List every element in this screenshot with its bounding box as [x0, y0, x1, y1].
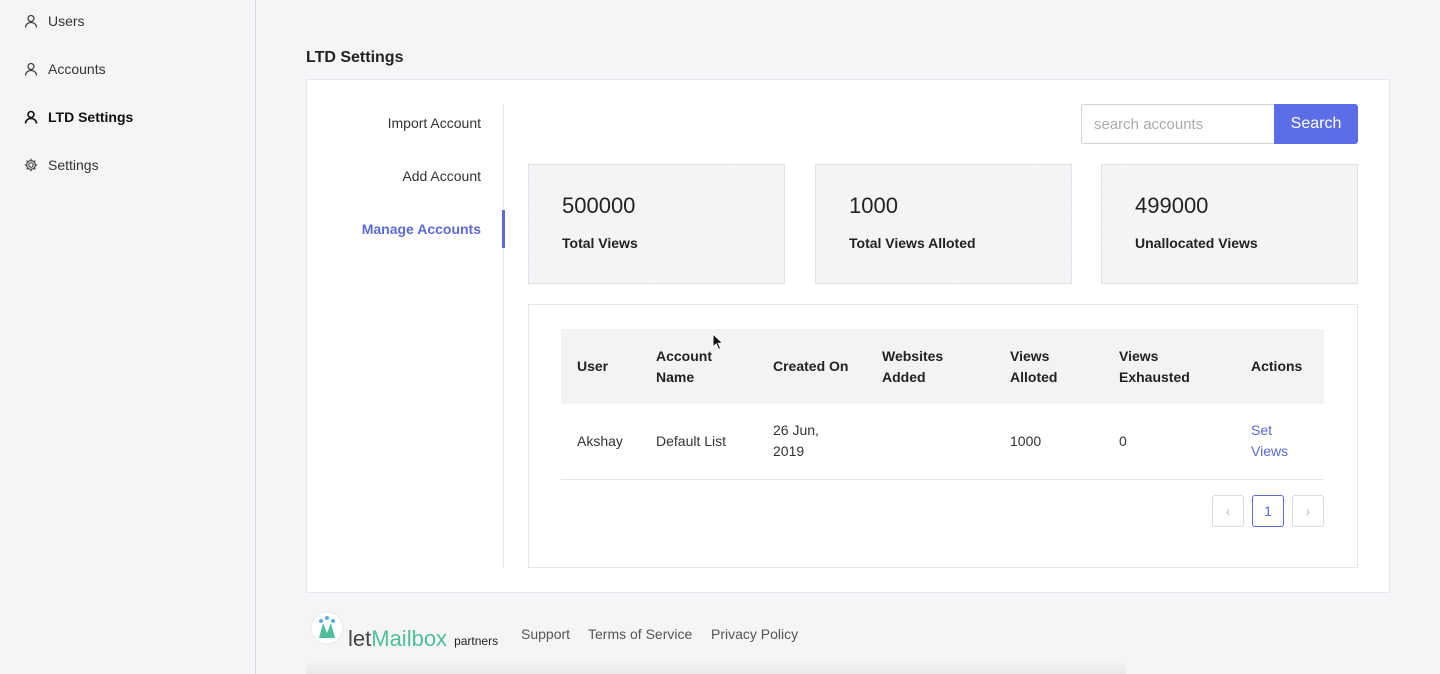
subnav-divider — [503, 104, 504, 568]
sidebar-item-users[interactable]: Users — [24, 9, 85, 33]
column-header: Websites Added — [882, 347, 944, 385]
accounts-table-container: User Account Name Created On Websites Ad… — [528, 304, 1358, 568]
set-views-link[interactable]: Set Views — [1251, 422, 1288, 459]
column-header: User — [577, 358, 609, 374]
column-header: Views Exhausted — [1119, 347, 1190, 385]
footer-link-support[interactable]: Support — [521, 626, 570, 642]
subnav-active-indicator — [502, 210, 505, 248]
column-header: Created On — [773, 358, 849, 374]
sidebar: Users Accounts LTD Settings Settings — [0, 0, 256, 674]
cell-websites-added — [866, 404, 994, 480]
cell-created-on: 26 Jun, 2019 — [757, 404, 866, 480]
stat-label: Unallocated Views — [1135, 235, 1258, 251]
column-header: Actions — [1251, 358, 1303, 374]
stat-value: 1000 — [849, 193, 898, 218]
cell-account-name: Default List — [640, 404, 757, 480]
gear-icon — [24, 158, 38, 172]
stat-card-total-views: 500000 Total Views — [528, 164, 785, 284]
chevron-left-icon: ‹ — [1225, 503, 1231, 519]
sidebar-item-settings[interactable]: Settings — [24, 153, 99, 177]
mouse-cursor-icon — [712, 332, 724, 356]
stat-value: 499000 — [1135, 193, 1209, 218]
letmailbox-logo[interactable]: letMailbox partners — [310, 611, 499, 650]
stat-label: Total Views Alloted — [849, 235, 976, 251]
user-icon — [24, 110, 38, 124]
chevron-right-icon: › — [1305, 503, 1311, 519]
user-icon — [24, 62, 38, 76]
cell-views-alloted: 1000 — [994, 404, 1103, 480]
cell-actions: Set Views — [1235, 404, 1324, 480]
sidebar-item-label: Settings — [48, 157, 99, 173]
page-title: LTD Settings — [306, 49, 404, 66]
subnav-manage-accounts[interactable]: Manage Accounts — [362, 221, 481, 237]
stat-card-total-views-alloted: 1000 Total Views Alloted — [815, 164, 1072, 284]
sidebar-item-label: LTD Settings — [48, 109, 134, 125]
subnav-add-account[interactable]: Add Account — [402, 168, 481, 184]
sidebar-item-label: Accounts — [48, 61, 106, 77]
subnav-import-account[interactable]: Import Account — [388, 115, 481, 131]
table-row: Akshay Default List 26 Jun, 2019 1000 0 … — [561, 404, 1324, 480]
logo-text-let: let — [348, 626, 372, 651]
table-header-row: User Account Name Created On Websites Ad… — [561, 329, 1324, 404]
footer-shadow — [306, 660, 1126, 674]
column-header: Views Alloted — [1010, 347, 1058, 385]
pagination-page-button[interactable]: 1 — [1252, 495, 1284, 527]
cell-views-exhausted: 0 — [1103, 404, 1235, 480]
logo-subtext: partners — [454, 634, 499, 648]
logo-mark-icon — [310, 611, 344, 650]
footer-link-privacy[interactable]: Privacy Policy — [711, 626, 798, 642]
column-header: Account Name — [656, 347, 712, 385]
accounts-table: User Account Name Created On Websites Ad… — [561, 329, 1324, 480]
stat-label: Total Views — [562, 235, 638, 251]
footer-link-terms[interactable]: Terms of Service — [588, 626, 692, 642]
pagination-next-button[interactable]: › — [1292, 495, 1324, 527]
user-icon — [24, 14, 38, 28]
logo-text-mailbox: Mailbox — [371, 626, 448, 651]
sidebar-item-accounts[interactable]: Accounts — [24, 57, 106, 81]
sidebar-item-ltd-settings[interactable]: LTD Settings — [24, 105, 133, 129]
cell-user: Akshay — [561, 404, 640, 480]
search-input[interactable] — [1081, 104, 1275, 144]
logo-text: letMailbox — [348, 628, 447, 650]
sidebar-item-label: Users — [48, 13, 85, 29]
pagination-prev-button[interactable]: ‹ — [1212, 495, 1244, 527]
search-button[interactable]: Search — [1274, 104, 1358, 144]
settings-card: Import Account Add Account Manage Accoun… — [306, 79, 1390, 593]
stat-value: 500000 — [562, 193, 636, 218]
stat-card-unallocated-views: 499000 Unallocated Views — [1101, 164, 1358, 284]
